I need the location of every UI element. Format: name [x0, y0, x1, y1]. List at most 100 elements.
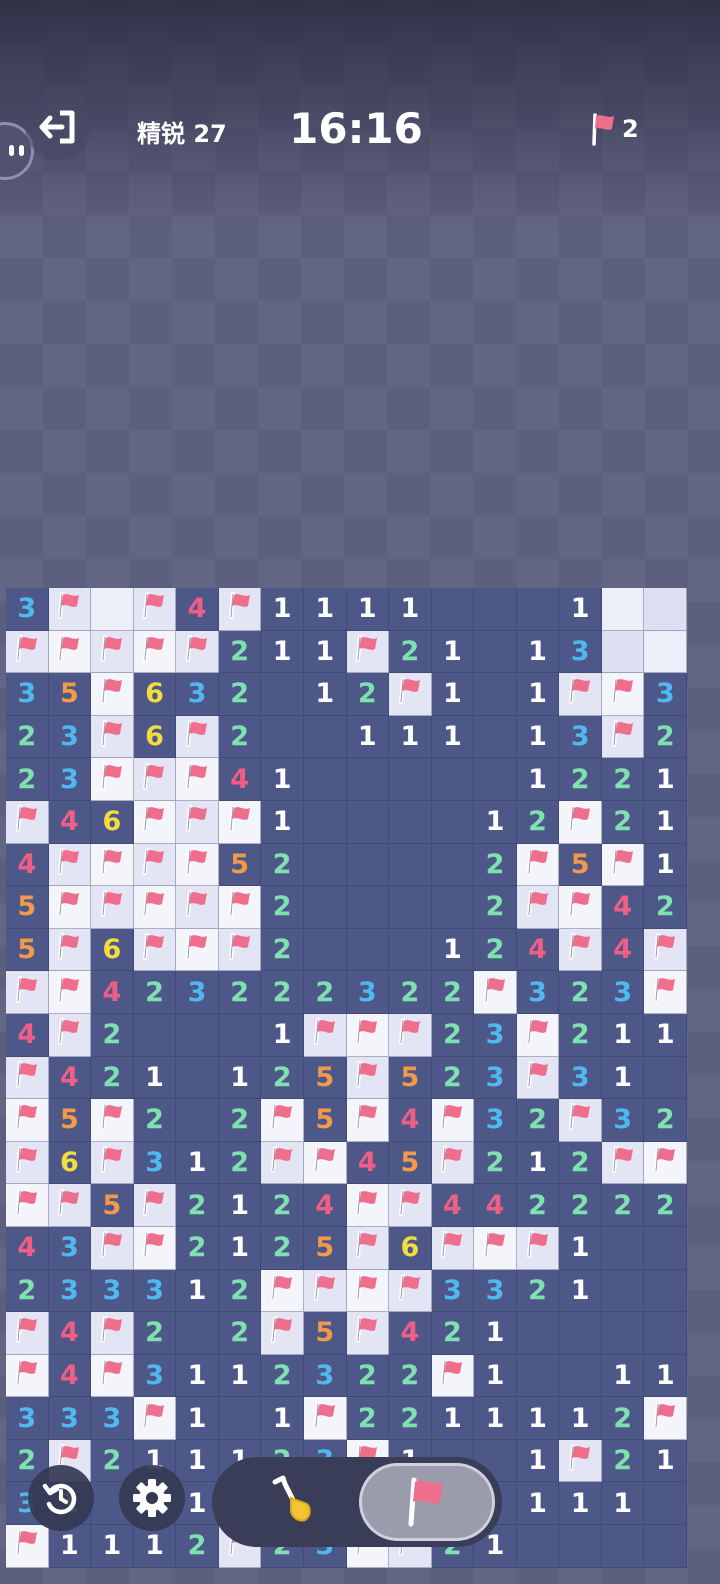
- flagged-cell[interactable]: [601, 1141, 645, 1185]
- empty-cell[interactable]: [176, 1056, 219, 1100]
- covered-cell[interactable]: [91, 588, 134, 631]
- number-cell[interactable]: 4: [48, 1056, 92, 1100]
- flagged-cell[interactable]: [644, 928, 687, 972]
- number-cell[interactable]: 3: [6, 588, 49, 631]
- number-cell[interactable]: 4: [6, 1226, 49, 1270]
- flagged-cell[interactable]: [91, 1141, 134, 1185]
- flagged-cell[interactable]: [91, 1099, 134, 1142]
- empty-cell[interactable]: [431, 758, 475, 801]
- empty-cell[interactable]: [261, 715, 304, 759]
- number-cell[interactable]: 2: [644, 886, 687, 929]
- number-cell[interactable]: 1: [176, 1397, 219, 1440]
- number-cell[interactable]: 5: [303, 1312, 347, 1355]
- flagged-cell[interactable]: [346, 1184, 390, 1227]
- number-cell[interactable]: 1: [176, 1141, 219, 1185]
- flagged-cell[interactable]: [6, 1099, 49, 1142]
- flagged-cell[interactable]: [91, 1312, 134, 1355]
- flagged-cell[interactable]: [91, 758, 134, 801]
- number-cell[interactable]: 4: [601, 928, 645, 972]
- number-cell[interactable]: 4: [431, 1184, 475, 1227]
- number-cell[interactable]: 1: [601, 1056, 645, 1100]
- number-cell[interactable]: 1: [516, 673, 560, 716]
- settings-button[interactable]: [119, 1465, 185, 1531]
- number-cell[interactable]: 2: [91, 1056, 134, 1100]
- number-cell[interactable]: 2: [559, 1141, 602, 1185]
- number-cell[interactable]: 2: [261, 1184, 304, 1227]
- flagged-cell[interactable]: [176, 886, 219, 929]
- empty-cell[interactable]: [303, 800, 347, 844]
- empty-cell[interactable]: [176, 1013, 219, 1057]
- flagged-cell[interactable]: [346, 1269, 390, 1313]
- empty-cell[interactable]: [644, 1269, 687, 1313]
- number-cell[interactable]: 3: [431, 1269, 475, 1313]
- empty-cell[interactable]: [389, 886, 432, 929]
- number-cell[interactable]: 1: [218, 1056, 262, 1100]
- number-cell[interactable]: 5: [6, 928, 49, 972]
- flagged-cell[interactable]: [6, 1312, 49, 1355]
- number-cell[interactable]: 2: [389, 1354, 432, 1398]
- number-cell[interactable]: 1: [261, 630, 304, 674]
- number-cell[interactable]: 2: [431, 1013, 475, 1057]
- number-cell[interactable]: 3: [48, 1397, 92, 1440]
- number-cell[interactable]: 4: [48, 1312, 92, 1355]
- number-cell[interactable]: 2: [261, 1226, 304, 1270]
- flagged-cell[interactable]: [176, 800, 219, 844]
- empty-cell[interactable]: [389, 800, 432, 844]
- flagged-cell[interactable]: [516, 1226, 560, 1270]
- number-cell[interactable]: 4: [6, 843, 49, 887]
- flagged-cell[interactable]: [261, 1141, 304, 1185]
- number-cell[interactable]: 1: [389, 588, 432, 631]
- flagged-cell[interactable]: [559, 1099, 602, 1142]
- number-cell[interactable]: 6: [389, 1226, 432, 1270]
- number-cell[interactable]: 1: [431, 715, 475, 759]
- mode-toggle[interactable]: [212, 1457, 502, 1547]
- number-cell[interactable]: 2: [218, 1141, 262, 1185]
- flagged-cell[interactable]: [261, 1312, 304, 1355]
- number-cell[interactable]: 4: [6, 1013, 49, 1057]
- number-cell[interactable]: 1: [516, 1397, 560, 1440]
- empty-cell[interactable]: [601, 1312, 645, 1355]
- flagged-cell[interactable]: [559, 928, 602, 972]
- empty-cell[interactable]: [601, 1269, 645, 1313]
- number-cell[interactable]: 2: [516, 1184, 560, 1227]
- number-cell[interactable]: 4: [176, 588, 219, 631]
- flagged-cell[interactable]: [303, 1397, 347, 1440]
- number-cell[interactable]: 2: [6, 758, 49, 801]
- number-cell[interactable]: 3: [559, 630, 602, 674]
- number-cell[interactable]: 2: [601, 800, 645, 844]
- flagged-cell[interactable]: [6, 971, 49, 1014]
- flagged-cell[interactable]: [218, 800, 262, 844]
- number-cell[interactable]: 3: [601, 971, 645, 1014]
- flagged-cell[interactable]: [48, 1184, 92, 1227]
- flagged-cell[interactable]: [133, 588, 177, 631]
- number-cell[interactable]: 2: [261, 1354, 304, 1398]
- number-cell[interactable]: 6: [133, 673, 177, 716]
- number-cell[interactable]: 2: [601, 758, 645, 801]
- number-cell[interactable]: 2: [261, 928, 304, 972]
- flagged-cell[interactable]: [516, 1056, 560, 1100]
- number-cell[interactable]: 2: [218, 715, 262, 759]
- number-cell[interactable]: 5: [218, 843, 262, 887]
- covered-cell[interactable]: [644, 630, 687, 674]
- number-cell[interactable]: 1: [559, 588, 602, 631]
- number-cell[interactable]: 2: [176, 1184, 219, 1227]
- undo-button[interactable]: [28, 1465, 94, 1531]
- number-cell[interactable]: 1: [474, 1397, 517, 1440]
- number-cell[interactable]: 2: [516, 1269, 560, 1313]
- number-cell[interactable]: 2: [516, 1099, 560, 1142]
- flagged-cell[interactable]: [133, 1226, 177, 1270]
- number-cell[interactable]: 1: [176, 1354, 219, 1398]
- flagged-cell[interactable]: [133, 630, 177, 674]
- number-cell[interactable]: 4: [91, 971, 134, 1014]
- empty-cell[interactable]: [431, 886, 475, 929]
- number-cell[interactable]: 1: [261, 758, 304, 801]
- flagged-cell[interactable]: [48, 1013, 92, 1057]
- flagged-cell[interactable]: [91, 1354, 134, 1398]
- empty-cell[interactable]: [474, 630, 517, 674]
- flagged-cell[interactable]: [176, 715, 219, 759]
- number-cell[interactable]: 3: [346, 971, 390, 1014]
- number-cell[interactable]: 4: [48, 1354, 92, 1398]
- number-cell[interactable]: 1: [431, 673, 475, 716]
- flagged-cell[interactable]: [91, 715, 134, 759]
- number-cell[interactable]: 6: [91, 928, 134, 972]
